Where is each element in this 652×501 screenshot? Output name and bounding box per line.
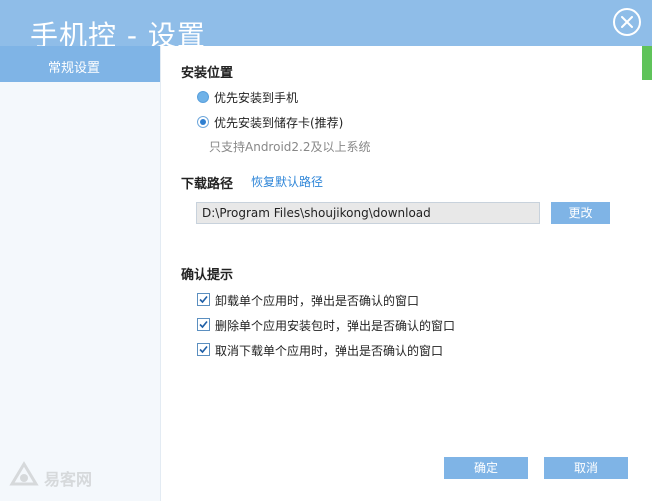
close-icon (621, 16, 633, 28)
sidebar-item-general-settings[interactable]: 常规设置 (0, 46, 160, 82)
restore-default-path-link[interactable]: 恢复默认路径 (251, 173, 323, 190)
change-path-button[interactable]: 更改 (551, 202, 610, 224)
close-button[interactable] (613, 8, 641, 36)
download-path-title: 下载路径 (181, 177, 234, 192)
cancel-button[interactable]: 取消 (544, 457, 628, 479)
checkbox-label: 卸载单个应用时，弹出是否确认的窗口 (215, 294, 420, 308)
download-path-input[interactable] (196, 202, 540, 224)
radio-button-icon (197, 116, 209, 128)
sidebar-item-label: 常规设置 (48, 61, 101, 76)
radio-label: 优先安装到手机 (214, 91, 299, 105)
sidebar: 常规设置 (0, 46, 161, 501)
radio-button-icon (197, 91, 209, 103)
checkbox-checked-icon (197, 318, 210, 331)
ok-button[interactable]: 确定 (444, 457, 528, 479)
watermark-logo-icon (9, 461, 39, 486)
title-bar: 手机控 - 设置 (0, 0, 652, 52)
checkbox-label: 取消下载单个应用时，弹出是否确认的窗口 (215, 344, 444, 358)
scroll-indicator (642, 46, 652, 80)
checkbox-checked-icon (197, 293, 210, 306)
watermark: 易客网 (8, 460, 128, 494)
checkbox-label: 删除单个应用安装包时，弹出是否确认的窗口 (215, 319, 456, 333)
checkbox-checked-icon (197, 343, 210, 356)
radio-label: 优先安装到储存卡(推荐) (214, 116, 344, 130)
install-location-title: 安装位置 (181, 66, 234, 81)
android-version-hint: 只支持Android2.2及以上系统 (209, 140, 371, 154)
watermark-text: 易客网 (44, 470, 93, 489)
confirm-prompt-title: 确认提示 (181, 268, 234, 283)
